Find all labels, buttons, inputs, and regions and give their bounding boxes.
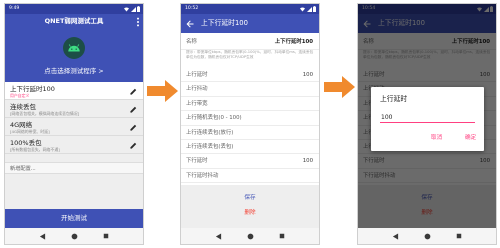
delete-button[interactable]: 删除	[181, 206, 319, 220]
param-label: 上行带宽	[186, 100, 208, 107]
confirm-button[interactable]: 确定	[465, 133, 476, 143]
back-icon[interactable]	[392, 232, 399, 240]
param-label: 上行抖动	[186, 86, 208, 93]
page-title: 上下行延时100	[201, 19, 248, 27]
back-icon[interactable]	[215, 232, 222, 240]
profile-item[interactable]: 上下行延时100 用户自定义	[5, 82, 143, 100]
param-row[interactable]: 上行延时 100	[181, 68, 319, 83]
save-button[interactable]: 保存	[181, 191, 319, 205]
profile-list: 上下行延时100 用户自定义 连续丢包 [网络丢包相关，模拟网络连续丢包情况] …	[5, 82, 143, 154]
param-row[interactable]: 上行连续丢包(丢包)	[181, 140, 319, 155]
nav-bar	[181, 228, 319, 244]
status-bar: 10:52	[181, 4, 319, 14]
profile-description: 用户自定义	[10, 93, 30, 98]
param-row[interactable]: 上行连续丢包(放行)	[181, 126, 319, 140]
profile-item[interactable]: 100%丢包 [所有数据包丢失，网络不通]	[5, 136, 143, 154]
param-label: 下行延时抖动	[186, 172, 219, 179]
edit-icon[interactable]	[130, 88, 137, 95]
start-test-button[interactable]: 开始测试	[5, 209, 143, 228]
flow-arrow-icon	[324, 76, 355, 98]
wifi-icon	[124, 6, 129, 12]
profile-item[interactable]: 4G网络 [4G网络的带宽、时延]	[5, 118, 143, 136]
param-value: 100	[302, 158, 313, 165]
battery-icon	[137, 6, 140, 12]
back-icon[interactable]	[39, 232, 46, 240]
profile-name: 4G网络	[10, 120, 33, 129]
tutorial-figure: 9:49 QNET弱网测试工具 点击选择测试程序 > 上下行延时100 用户自定…	[0, 0, 500, 248]
nav-bar	[5, 228, 143, 244]
home-icon[interactable]	[247, 233, 254, 240]
edit-icon[interactable]	[130, 142, 137, 149]
profile-description: [4G网络的带宽、时延]	[10, 129, 50, 134]
name-value: 上下行延时100	[274, 39, 313, 45]
signal-icon	[306, 6, 312, 12]
edit-value-dialog: 上行延时 取消 确定	[371, 87, 484, 151]
param-label: 下行延时	[186, 158, 208, 165]
edit-icon[interactable]	[130, 124, 137, 131]
app-title: QNET弱网测试工具	[44, 17, 104, 25]
profile-name: 100%丢包	[10, 138, 42, 147]
battery-icon	[313, 6, 316, 12]
app-header: QNET弱网测试工具 点击选择测试程序 >	[5, 14, 143, 82]
profile-item[interactable]: 连续丢包 [网络丢包相关，模拟网络连续丢包情况]	[5, 100, 143, 118]
param-label: 上行连续丢包(放行)	[186, 129, 234, 136]
edit-profile-screen: 10:52 上下行延时100 名称 上下行延时100 提示：带宽单位kbps，随…	[180, 3, 320, 245]
units-hint: 提示：带宽单位kbps，随机丢包率(0-100)%，延时、抖动单位ms，连续丢包…	[186, 50, 314, 59]
recents-icon[interactable]	[456, 233, 462, 239]
param-label: 上行随机丢包(0 - 100)	[186, 115, 242, 122]
recents-icon[interactable]	[279, 233, 285, 239]
edit-value-dialog-screen: 10:54 上下行延时100 名称 上下行延时100 提示：带宽单位kbps，随…	[357, 3, 497, 245]
status-bar: 9:49	[5, 4, 143, 14]
home-icon[interactable]	[71, 233, 78, 240]
profile-name: 连续丢包	[10, 102, 36, 111]
edit-icon[interactable]	[130, 106, 137, 113]
status-time: 10:52	[185, 6, 199, 11]
status-icons	[300, 6, 316, 12]
profile-form: 名称 上下行延时100 提示：带宽单位kbps，随机丢包率(0-100)%，延时…	[181, 33, 319, 185]
status-time: 9:49	[9, 6, 20, 11]
arrow-back-icon[interactable]	[186, 20, 194, 28]
name-label: 名称	[186, 39, 197, 45]
nav-bar	[358, 228, 496, 244]
param-row[interactable]: 上行带宽	[181, 97, 319, 112]
home-icon[interactable]	[424, 233, 431, 240]
profile-name: 上下行延时100	[10, 84, 55, 93]
android-icon[interactable]	[63, 37, 85, 59]
param-list: 上行延时 100 上行抖动 上行带宽 上行随机丢包(0 - 100) 上行连续丢包…	[181, 68, 319, 184]
profile-description: [网络丢包相关，模拟网络连续丢包情况]	[10, 111, 80, 116]
value-input[interactable]	[380, 112, 475, 123]
profile-list-screen: 9:49 QNET弱网测试工具 点击选择测试程序 > 上下行延时100 用户自定…	[4, 3, 144, 245]
more-vert-icon[interactable]	[136, 17, 140, 27]
param-label: 上行延时	[186, 72, 208, 78]
param-row[interactable]: 上行抖动	[181, 82, 319, 97]
status-icons	[124, 6, 140, 12]
param-row[interactable]: 下行延时 100	[181, 154, 319, 169]
name-row[interactable]: 名称 上下行延时100	[181, 34, 319, 50]
wifi-icon	[300, 6, 305, 12]
param-value: 100	[302, 72, 313, 78]
recents-icon[interactable]	[103, 233, 109, 239]
param-row[interactable]: 上行随机丢包(0 - 100)	[181, 111, 319, 126]
cancel-button[interactable]: 取消	[431, 133, 442, 143]
profile-description: [所有数据包丢失，网络不通]	[10, 147, 60, 152]
param-row[interactable]: 下行延时抖动	[181, 169, 319, 184]
app-bar: 上下行延时100	[181, 14, 319, 33]
signal-icon	[130, 6, 136, 12]
flow-arrow-icon	[147, 80, 178, 102]
add-config-button[interactable]: 新增配置...	[5, 162, 143, 174]
param-label: 上行连续丢包(丢包)	[186, 143, 234, 150]
dialog-title: 上行延时	[380, 95, 408, 103]
select-program-link[interactable]: 点击选择测试程序 >	[5, 67, 143, 76]
